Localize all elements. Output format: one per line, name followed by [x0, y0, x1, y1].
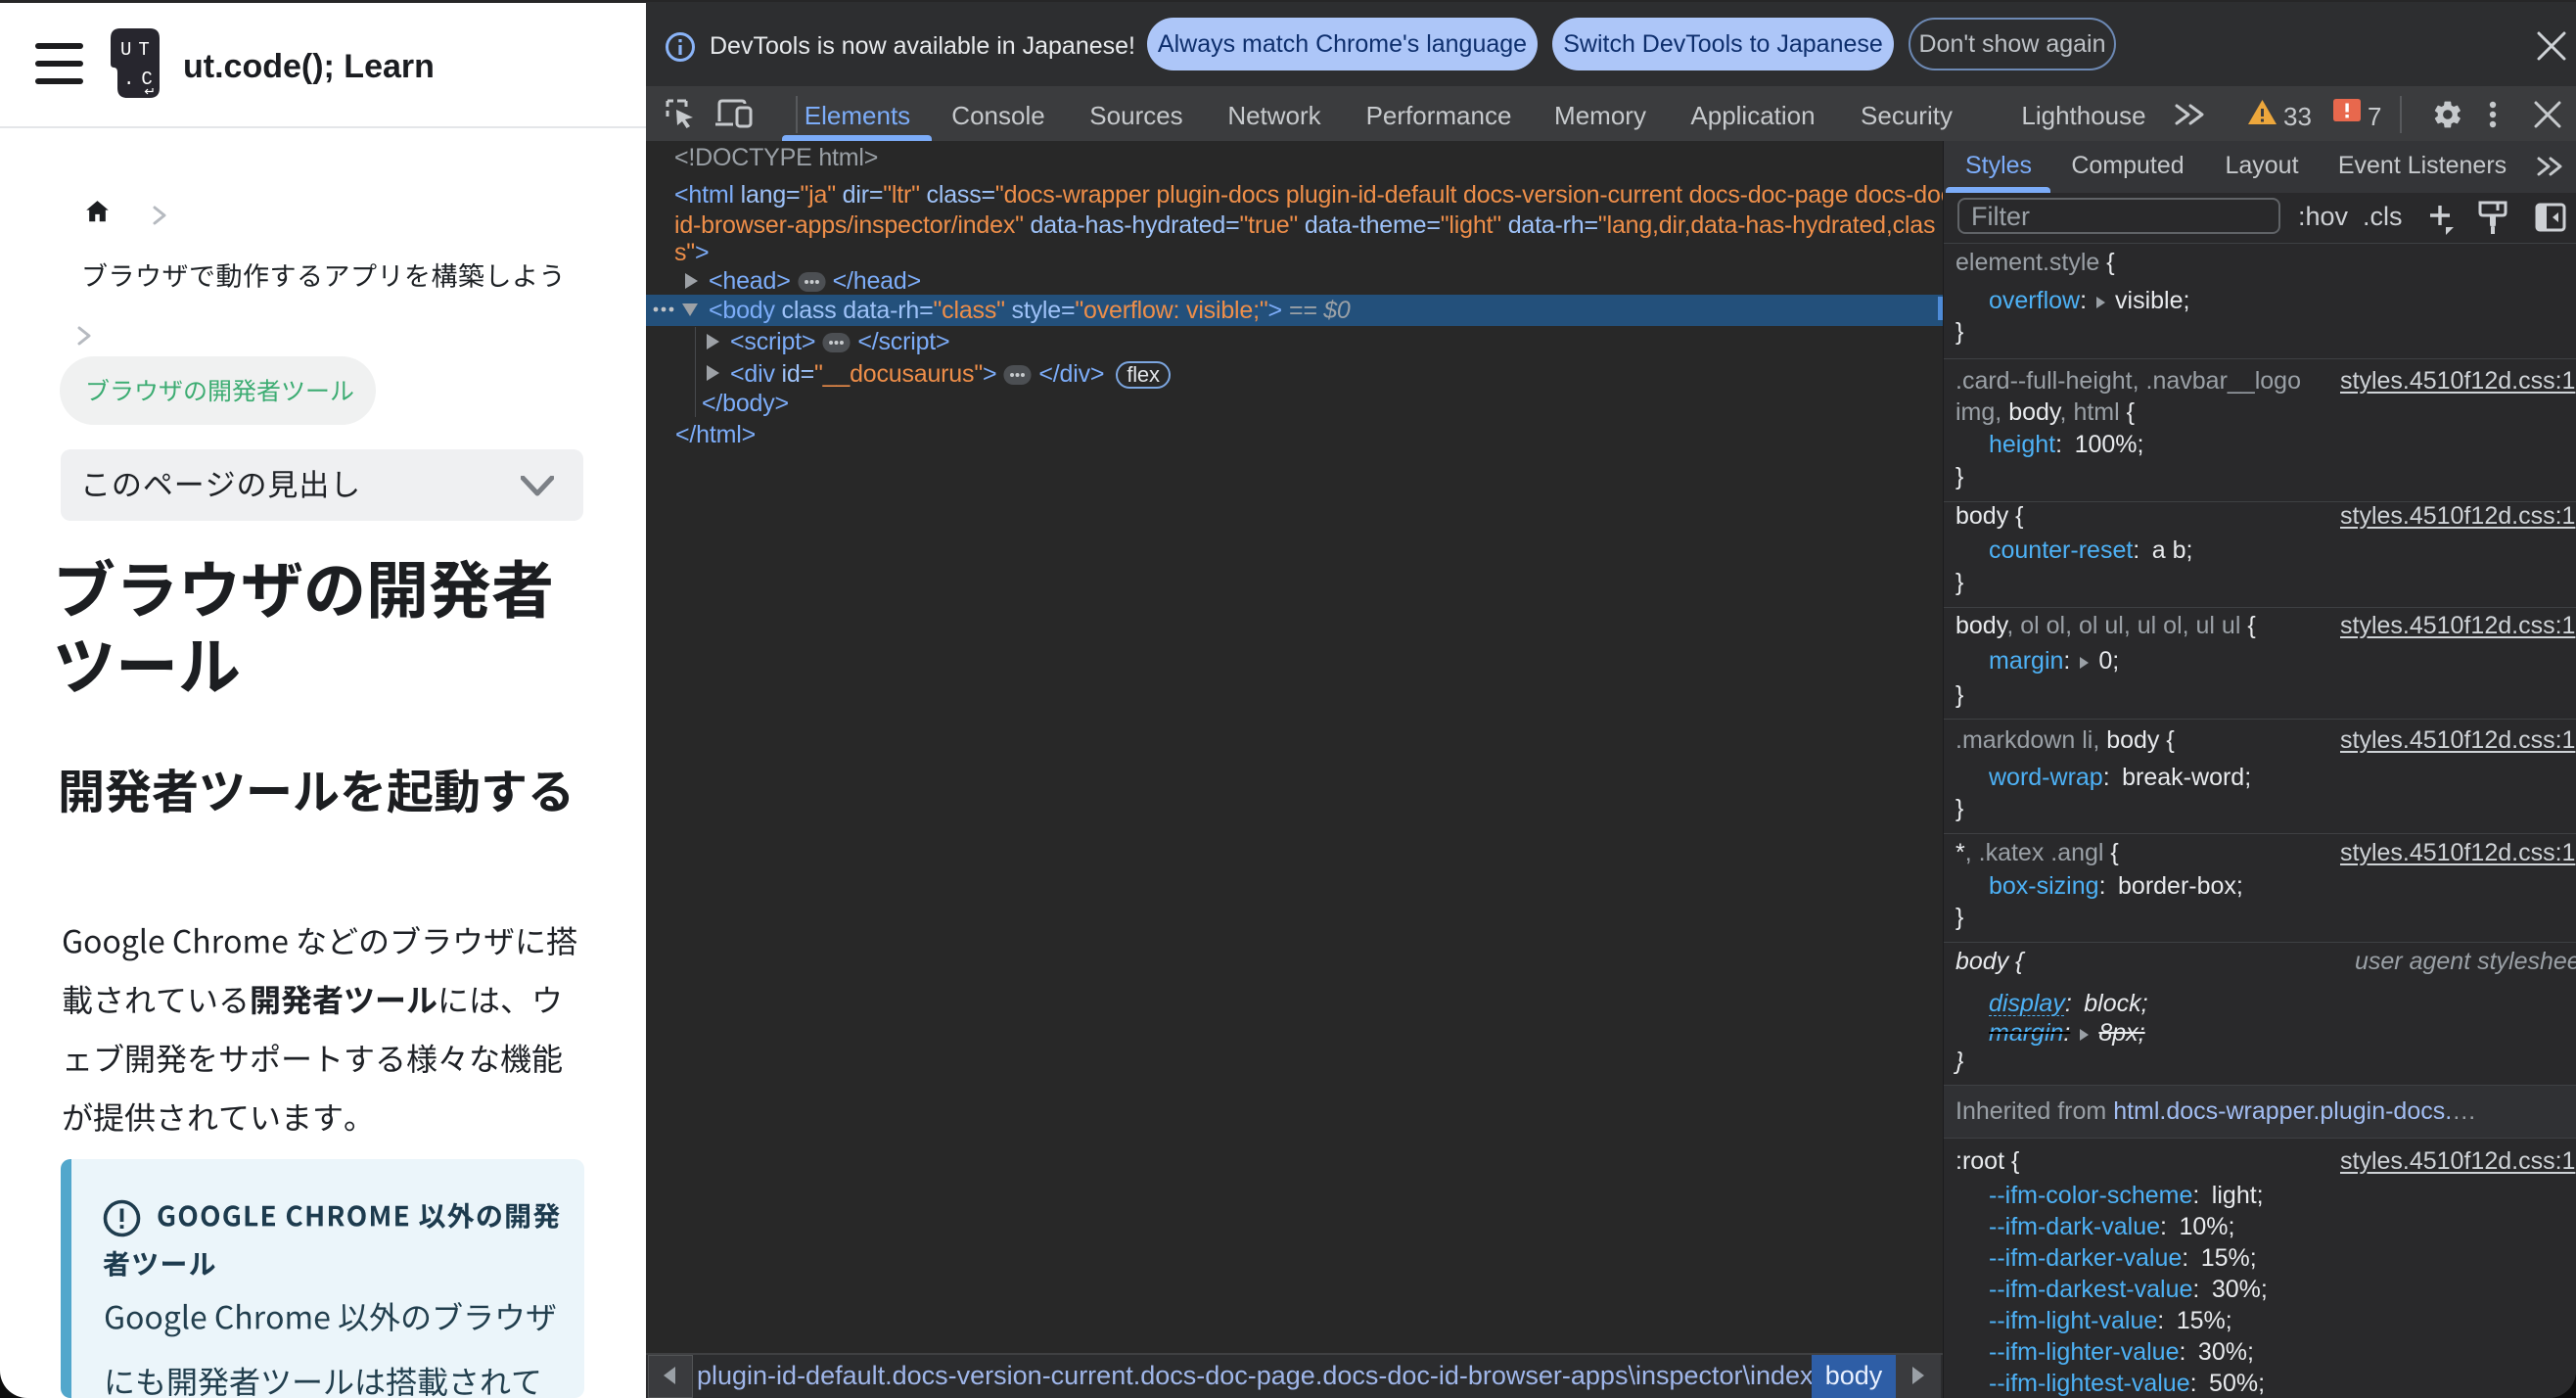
svg-text:.C: .C — [123, 69, 160, 90]
svg-text:UT: UT — [120, 39, 157, 61]
